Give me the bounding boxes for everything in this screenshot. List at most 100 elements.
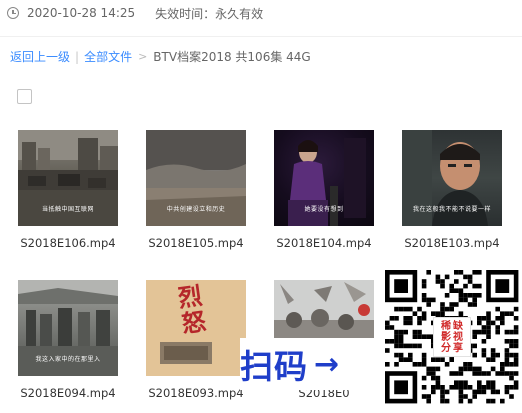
qr-module — [417, 334, 422, 339]
qr-module — [444, 389, 450, 395]
qr-module — [472, 293, 477, 298]
qr-module — [426, 366, 431, 372]
video-thumbnail[interactable]: 我这入家中的在那里入 — [18, 280, 118, 376]
qr-module — [486, 311, 491, 316]
qr-module — [486, 320, 491, 326]
qr-module — [463, 283, 468, 289]
video-subtitle: 她要没有想到 — [304, 206, 344, 213]
qr-module — [444, 398, 450, 404]
qr-module — [486, 316, 491, 321]
qr-module — [509, 371, 514, 376]
breadcrumb: 返回上一级 | 全部文件 > BTV档案2018 共106集 44G — [10, 48, 311, 65]
select-all-checkbox[interactable] — [17, 89, 32, 104]
video-thumbnail[interactable]: 我在这般我不能不说要一样 — [402, 130, 502, 226]
qr-module — [449, 302, 454, 307]
qr-module — [421, 357, 427, 362]
file-name[interactable]: S2018E103.mp4 — [392, 236, 512, 250]
qr-module — [426, 297, 431, 303]
badge-char: 享 — [453, 342, 463, 354]
qr-module — [486, 371, 491, 376]
qr-module — [431, 389, 436, 395]
qr-module — [454, 385, 459, 390]
qr-module — [472, 297, 477, 303]
qr-module — [458, 394, 464, 399]
qr-module — [458, 380, 464, 385]
file-name[interactable]: S2018E104.mp4 — [264, 236, 384, 250]
qr-module — [444, 306, 450, 312]
qr-module — [454, 270, 459, 275]
qr-module — [481, 371, 487, 376]
qr-module — [426, 398, 431, 404]
qr-module — [449, 306, 454, 312]
file-name[interactable]: S2018E093.mp4 — [136, 386, 256, 400]
qr-module — [513, 357, 519, 362]
qr-module — [435, 357, 441, 362]
qr-module — [398, 334, 404, 339]
badge-char: 缺 — [453, 320, 463, 332]
qr-module — [421, 297, 427, 303]
qr-module — [421, 375, 427, 381]
qr-module — [417, 362, 422, 367]
qr-module — [472, 371, 477, 376]
qr-module — [481, 389, 487, 395]
qr-module — [495, 389, 500, 395]
file-name[interactable]: S2018E106.mp4 — [8, 236, 128, 250]
qr-module — [513, 385, 519, 390]
all-files-link[interactable]: 全部文件 — [84, 48, 132, 65]
qr-module — [408, 316, 413, 321]
qr-module — [440, 283, 445, 289]
qr-module — [467, 302, 473, 307]
qr-module — [504, 357, 510, 362]
qr-module — [477, 283, 482, 289]
qr-module — [440, 385, 445, 390]
file-name[interactable]: S2018E094.mp4 — [8, 386, 128, 400]
qr-module — [463, 293, 468, 298]
qr-module — [495, 325, 500, 330]
qr-module — [486, 385, 491, 390]
qr-module — [398, 357, 404, 362]
qr-module — [403, 306, 408, 312]
qr-module — [412, 311, 418, 316]
qr-finder-pattern — [394, 279, 408, 293]
qr-module — [394, 316, 399, 321]
qr-module — [421, 352, 427, 358]
chevron-right-icon: > — [138, 50, 148, 63]
video-thumbnail[interactable]: 烈怒 — [146, 280, 246, 376]
qr-module — [417, 320, 422, 326]
qr-module — [513, 380, 519, 385]
qr-module — [481, 385, 487, 390]
qr-module — [490, 352, 496, 358]
qr-module — [477, 316, 482, 321]
qr-module — [394, 334, 399, 339]
qr-module — [417, 329, 422, 335]
qr-module — [500, 366, 505, 372]
back-link[interactable]: 返回上一级 — [10, 48, 70, 65]
qr-module — [421, 316, 427, 321]
qr-module — [417, 306, 422, 312]
qr-module — [490, 357, 496, 362]
qr-module — [472, 343, 477, 349]
qr-code[interactable]: 稀 缺 影 视 分 享 — [381, 266, 522, 413]
qr-module — [394, 352, 399, 358]
qr-module — [490, 320, 496, 326]
video-thumbnail[interactable]: 中共创建设立和历史 — [146, 130, 246, 226]
file-name[interactable]: S2018E105.mp4 — [136, 236, 256, 250]
qr-module — [403, 329, 408, 335]
badge-char: 影 — [441, 331, 451, 343]
qr-module — [467, 398, 473, 404]
qr-module — [444, 274, 450, 280]
qr-module — [431, 366, 436, 372]
qr-module — [394, 306, 399, 312]
poster-title: 烈怒 — [176, 280, 208, 339]
qr-module — [509, 311, 514, 316]
video-thumbnail[interactable]: 当抵触中国互联网 — [18, 130, 118, 226]
qr-module — [477, 371, 482, 376]
video-thumbnail[interactable]: 她要没有想到 — [274, 130, 374, 226]
qr-module — [398, 329, 404, 335]
qr-module — [435, 311, 441, 316]
video-subtitle: 中共创建设立和历史 — [166, 206, 226, 213]
qr-module — [458, 385, 464, 390]
qr-module — [472, 302, 477, 307]
qr-module — [467, 362, 473, 367]
qr-module — [477, 366, 482, 372]
